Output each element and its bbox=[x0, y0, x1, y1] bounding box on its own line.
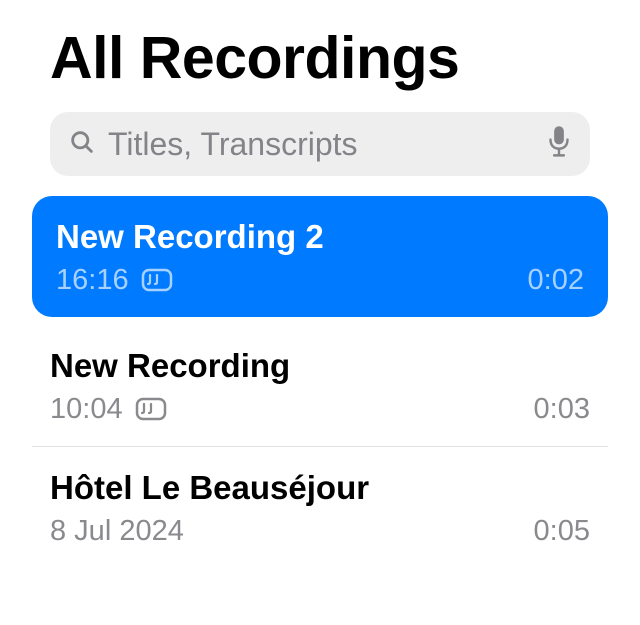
recording-meta-left: 10:04 bbox=[50, 393, 167, 426]
recording-time: 10:04 bbox=[50, 393, 123, 426]
recording-item[interactable]: New Recording 10:04 0:03 bbox=[32, 325, 608, 447]
recording-item[interactable]: New Recording 2 16:16 0:02 bbox=[32, 196, 608, 317]
recording-duration: 0:02 bbox=[528, 264, 584, 297]
page-title: All Recordings bbox=[50, 24, 590, 92]
recording-duration: 0:05 bbox=[534, 515, 590, 548]
recording-meta-left: 8 Jul 2024 bbox=[50, 515, 184, 548]
spacer bbox=[0, 317, 640, 325]
recording-duration: 0:03 bbox=[534, 393, 590, 426]
recording-title: Hôtel Le Beauséjour bbox=[50, 469, 590, 507]
recordings-list: New Recording 2 16:16 0:02 New Recording bbox=[0, 196, 640, 568]
transcript-icon bbox=[135, 397, 167, 423]
recording-meta: 8 Jul 2024 0:05 bbox=[50, 515, 590, 548]
microphone-icon[interactable] bbox=[546, 125, 572, 164]
recording-meta: 16:16 0:02 bbox=[56, 264, 584, 297]
recording-title: New Recording bbox=[50, 347, 590, 385]
search-input[interactable] bbox=[108, 126, 538, 163]
recording-title: New Recording 2 bbox=[56, 218, 584, 256]
transcript-icon bbox=[141, 268, 173, 294]
page-header: All Recordings bbox=[0, 0, 640, 108]
recording-meta-left: 16:16 bbox=[56, 264, 173, 297]
search-bar[interactable] bbox=[50, 112, 590, 176]
recording-time: 16:16 bbox=[56, 264, 129, 297]
recording-item[interactable]: Hôtel Le Beauséjour 8 Jul 2024 0:05 bbox=[32, 447, 608, 568]
search-icon bbox=[68, 128, 96, 161]
recording-meta: 10:04 0:03 bbox=[50, 393, 590, 426]
recording-time: 8 Jul 2024 bbox=[50, 515, 184, 548]
